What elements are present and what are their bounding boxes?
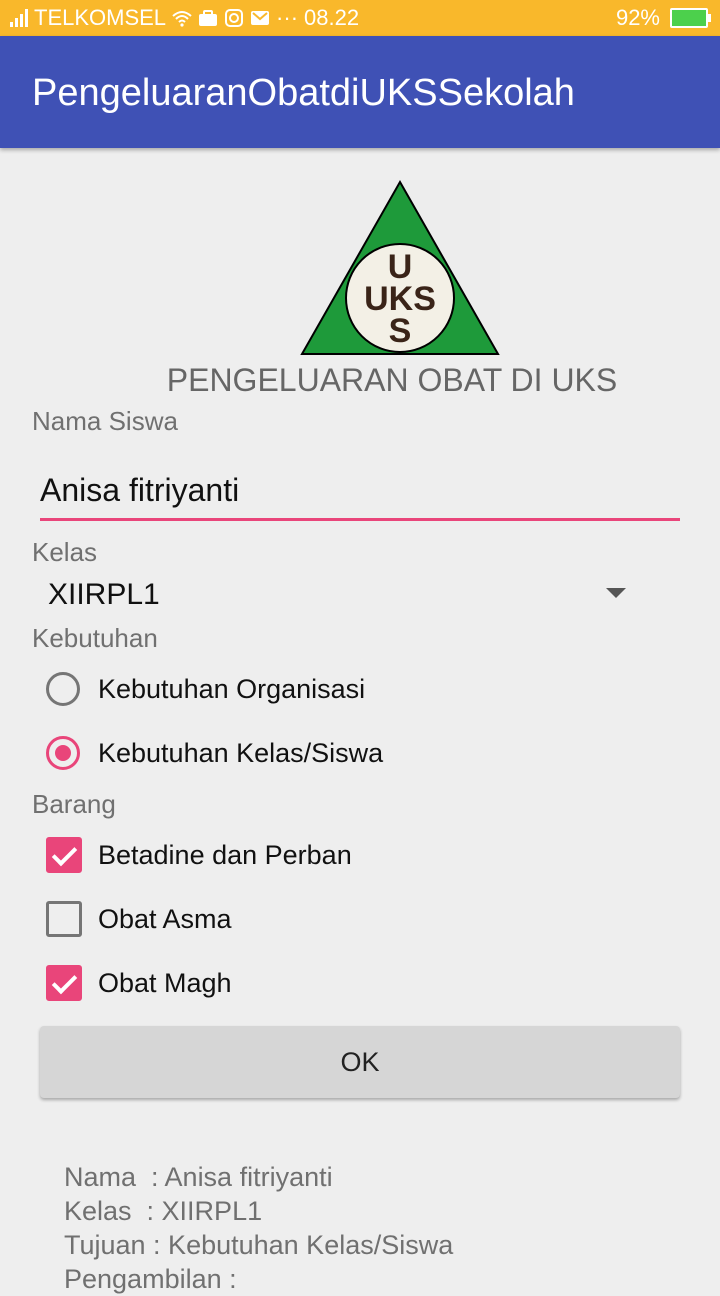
checkbox-checked-icon[interactable] <box>46 837 82 873</box>
barang-label: Barang <box>32 789 116 819</box>
result-summary: Nama : Anisa fitriyanti Kelas : XIIRPL1 … <box>64 1160 453 1296</box>
app-bar: PengeluaranObatdiUKSSekolah <box>0 36 720 148</box>
result-tujuan: Tujuan : Kebutuhan Kelas/Siswa <box>64 1230 454 1260</box>
ok-button[interactable]: OK <box>40 1026 680 1098</box>
result-nama: Nama : Anisa fitriyanti <box>64 1162 333 1192</box>
briefcase-icon <box>199 10 218 26</box>
status-bar: TELKOMSEL ··· 08.22 92% <box>0 0 720 36</box>
nama-siswa-input[interactable] <box>40 462 680 521</box>
signal-icon <box>10 9 28 27</box>
page-heading: PENGELUARAN OBAT DI UKS <box>166 362 618 398</box>
nama-siswa-label: Nama Siswa <box>32 406 178 436</box>
app-title: PengeluaranObatdiUKSSekolah <box>32 72 575 114</box>
wifi-icon <box>172 11 192 27</box>
more-notifications-icon: ··· <box>276 5 299 30</box>
result-pengambilan: Pengambilan : <box>64 1264 237 1294</box>
checkbox-obat-magh[interactable]: Obat Magh <box>44 959 232 1007</box>
battery-level: 92% <box>615 5 660 30</box>
checkbox-betadine-dan-perban[interactable]: Betadine dan Perban <box>44 831 352 879</box>
checkbox-label: Obat Asma <box>98 903 232 934</box>
radio-checked-icon[interactable] <box>46 736 80 770</box>
checkbox-obat-asma[interactable]: Obat Asma <box>44 895 232 943</box>
radio-label: Kebutuhan Kelas/Siswa <box>98 737 384 768</box>
gmail-icon <box>251 11 270 25</box>
instagram-icon <box>225 9 244 27</box>
radio-unchecked-icon[interactable] <box>46 672 80 706</box>
radio-label: Kebutuhan Organisasi <box>98 673 366 704</box>
radio-kebutuhan-kelas-siswa[interactable]: Kebutuhan Kelas/Siswa <box>44 729 383 777</box>
uks-logo: U UKS S <box>300 180 500 356</box>
kebutuhan-label: Kebutuhan <box>32 623 158 653</box>
carrier-name: TELKOMSEL <box>34 5 167 30</box>
battery-charging-icon <box>670 8 711 28</box>
kelas-selected-value: XIIRPL1 <box>48 578 160 611</box>
result-kelas: Kelas : XIIRPL1 <box>64 1196 263 1226</box>
checkbox-unchecked-icon[interactable] <box>46 901 82 937</box>
logo-letter-bottom: S <box>389 312 412 350</box>
checkbox-label: Obat Magh <box>98 967 232 998</box>
radio-kebutuhan-organisasi[interactable]: Kebutuhan Organisasi <box>44 665 365 713</box>
clock: 08.22 <box>304 5 360 30</box>
checkbox-label: Betadine dan Perban <box>98 839 352 870</box>
dropdown-arrow-icon <box>606 588 626 598</box>
kelas-label: Kelas <box>32 537 98 567</box>
checkbox-checked-icon[interactable] <box>46 965 82 1001</box>
kelas-spinner[interactable]: XIIRPL1 <box>40 570 640 620</box>
